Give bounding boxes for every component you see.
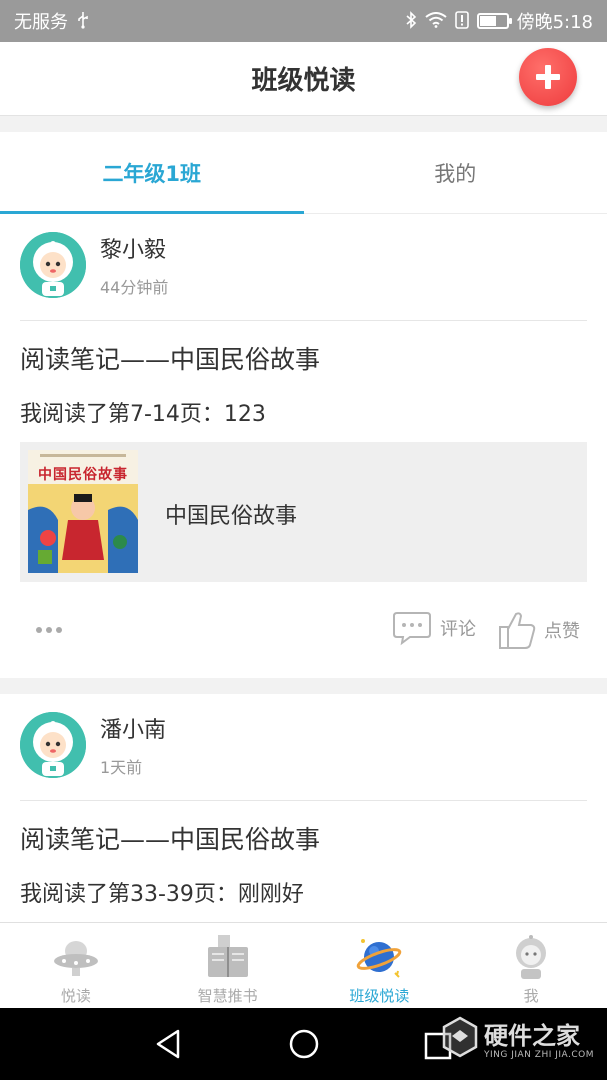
tab-mine[interactable]: 我的 xyxy=(304,132,607,213)
carrier-label: 无服务 xyxy=(14,12,68,33)
tabbar-item-recommend[interactable]: 智慧推书 xyxy=(152,923,304,1008)
page-title: 班级悦读 xyxy=(251,66,356,96)
post-card[interactable]: 黎小毅 44分钟前 阅读笔记——中国民俗故事 我阅读了第7-14页：123 中国… xyxy=(0,214,607,678)
tab-class-label: 二年级1班 xyxy=(102,161,202,186)
tabbar-label: 悦读 xyxy=(60,987,91,1005)
post-body: 我阅读了第7-14页：123 xyxy=(20,402,266,427)
divider xyxy=(20,800,587,801)
thumbs-up-icon xyxy=(499,612,536,649)
book-cover: 中国民俗故事 xyxy=(28,450,138,573)
back-icon[interactable] xyxy=(154,1028,184,1060)
user-info: 黎小毅 44分钟前 xyxy=(100,232,168,298)
avatar[interactable] xyxy=(20,232,86,298)
status-bar: 无服务 傍晚5:18 xyxy=(0,0,607,42)
tabbar-item-reading[interactable]: 悦读 xyxy=(0,923,152,1008)
book-icon xyxy=(207,935,248,977)
astronaut-avatar-icon xyxy=(20,712,86,778)
bluetooth-icon xyxy=(405,10,417,32)
tabbar-label: 班级悦读 xyxy=(349,987,410,1005)
tab-mine-label: 我的 xyxy=(434,161,477,186)
post-time: 44分钟前 xyxy=(100,278,169,297)
user-name[interactable]: 黎小毅 xyxy=(100,232,168,264)
book-card[interactable]: 中国民俗故事 中国民俗故事 xyxy=(20,442,587,582)
add-post-button[interactable] xyxy=(519,48,577,106)
watermark-subtitle: YING JIAN ZHI JIA.COM xyxy=(484,1050,595,1060)
more-options-icon[interactable] xyxy=(36,627,62,633)
usb-icon xyxy=(76,11,90,32)
battery-icon xyxy=(476,13,512,29)
bottom-tabbar: 悦读 智慧推书 班级悦读 我 xyxy=(0,922,607,1008)
status-right: 傍晚5:18 xyxy=(405,8,593,34)
user-name[interactable]: 潘小南 xyxy=(100,712,166,744)
class-tabs: 二年级1班 我的 xyxy=(0,132,607,214)
post-time: 1天前 xyxy=(100,758,143,777)
book-title: 中国民俗故事 xyxy=(165,504,298,529)
book-cover-title: 中国民俗故事 xyxy=(38,467,128,483)
post-author: 黎小毅 44分钟前 xyxy=(20,232,168,298)
comment-icon xyxy=(393,612,431,646)
watermark: 硬件之家 YING JIAN ZHI JIA.COM xyxy=(442,1008,607,1080)
ufo-icon xyxy=(53,941,98,976)
comment-label: 评论 xyxy=(440,619,476,640)
post-author: 潘小南 1天前 xyxy=(20,712,166,778)
tabbar-label: 智慧推书 xyxy=(197,987,258,1005)
alert-icon xyxy=(454,10,469,32)
post-body: 我阅读了第33-39页：刚刚好 xyxy=(20,882,304,907)
user-info: 潘小南 1天前 xyxy=(100,712,166,778)
robot-icon xyxy=(516,935,547,979)
status-left: 无服务 xyxy=(14,8,90,34)
like-label: 点赞 xyxy=(544,621,580,642)
home-icon[interactable] xyxy=(288,1028,320,1060)
clock-label: 傍晚5:18 xyxy=(516,12,593,33)
tab-class[interactable]: 二年级1班 xyxy=(0,132,304,214)
post-card[interactable]: 潘小南 1天前 阅读笔记——中国民俗故事 我阅读了第33-39页：刚刚好 xyxy=(0,694,607,924)
watermark-logo-icon xyxy=(442,1016,478,1058)
like-button[interactable]: 点赞 xyxy=(498,610,580,650)
post-title[interactable]: 阅读笔记——中国民俗故事 xyxy=(20,820,320,856)
plus-icon xyxy=(536,65,560,89)
watermark-title: 硬件之家 xyxy=(484,1022,580,1050)
divider xyxy=(20,320,587,321)
wifi-icon xyxy=(424,11,447,31)
avatar[interactable] xyxy=(20,712,86,778)
post-title[interactable]: 阅读笔记——中国民俗故事 xyxy=(20,340,320,376)
tabbar-item-me[interactable]: 我 xyxy=(455,923,607,1008)
tabbar-item-class-reading[interactable]: 班级悦读 xyxy=(304,923,456,1008)
tabbar-label: 我 xyxy=(523,987,539,1005)
app-header: 班级悦读 xyxy=(0,42,607,116)
astronaut-avatar-icon xyxy=(20,232,86,298)
comment-button[interactable]: 评论 xyxy=(392,610,476,646)
planet-icon xyxy=(357,939,402,978)
